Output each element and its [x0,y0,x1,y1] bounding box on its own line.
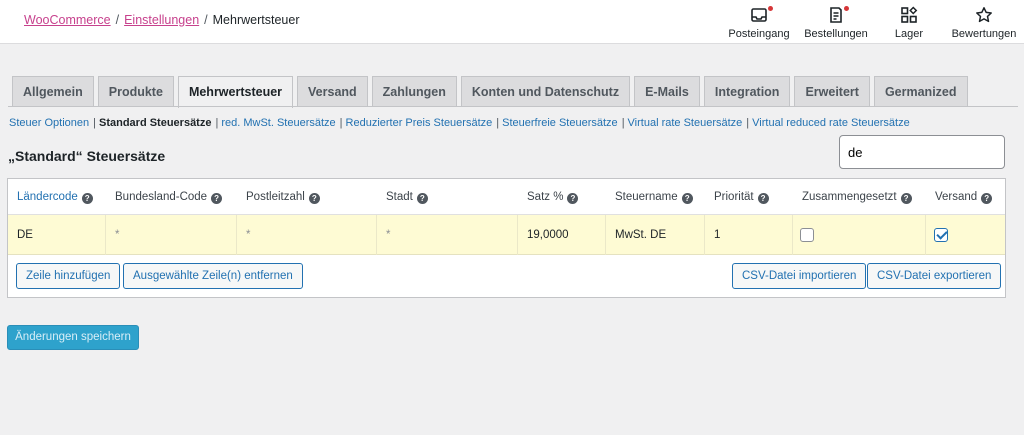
tab-integration[interactable]: Integration [703,76,791,107]
help-icon[interactable]: ? [308,193,320,204]
tab-konten-datenschutz[interactable]: Konten und Datenschutz [460,76,631,107]
import-csv-button[interactable]: CSV-Datei importieren [732,263,867,289]
tab-mehrwertsteuer[interactable]: Mehrwertsteuer [177,76,294,108]
top-header: WooCommerce / Einstellungen / Mehrwertsteuer… [0,0,1024,44]
compound-cell [793,215,926,255]
inbox-icon [727,4,791,26]
search-input[interactable] [839,135,1005,169]
help-icon[interactable]: ? [211,193,223,204]
header-rate: Satz %? [527,179,579,215]
help-icon[interactable]: ? [757,193,769,204]
breadcrumb-current: Mehrwertsteuer [212,13,300,27]
toolbar-reviews[interactable]: Bewertungen [949,4,1019,44]
shipping-checkbox[interactable] [934,228,948,242]
section-title: „Standard“ Steuersätze [8,148,166,164]
state-code-cell[interactable]: * [106,215,237,255]
breadcrumb-separator: / [115,13,120,27]
header-label: Stadt [386,191,413,203]
notification-dot [768,6,773,11]
tab-allgemein[interactable]: Allgemein [12,76,94,107]
save-changes-button[interactable]: Änderungen speichern [7,325,139,350]
subnav-reduced-price-rates[interactable]: Reduzierter Preis Steuersätze [346,117,493,129]
header-label: Postleitzahl [246,191,305,203]
toolbar-orders[interactable]: Bestellungen [802,4,870,44]
header-label: Priorität [714,191,754,203]
toolbar-label: Bestellungen [804,28,868,40]
toolbar-label: Lager [894,28,924,40]
tab-divider [8,106,1018,107]
compound-checkbox[interactable] [800,228,814,242]
orders-icon [802,4,870,26]
add-row-button[interactable]: Zeile hinzufügen [16,263,121,289]
rate-cell[interactable]: 19,0000 [518,215,606,255]
postcode-cell[interactable]: * [237,215,377,255]
subnav-separator: | [496,117,500,129]
header-compound: Zusammengesetzt? [802,179,912,215]
toolbar-inbox[interactable]: Posteingang [727,4,791,44]
toolbar-stock[interactable]: Lager [885,4,933,44]
header-label: Ländercode [17,191,78,203]
help-icon[interactable]: ? [416,193,428,204]
help-icon[interactable]: ? [981,193,993,204]
priority-cell[interactable]: 1 [705,215,793,255]
header-tax-name: Steuername? [615,179,693,215]
tab-emails[interactable]: E-Mails [634,76,700,107]
subnav-tax-exempt-rates[interactable]: Steuerfreie Steuersätze [502,117,618,129]
header-postcode: Postleitzahl? [246,179,320,215]
remove-rows-button[interactable]: Ausgewählte Zeile(n) entfernen [123,263,303,289]
tab-zahlungen[interactable]: Zahlungen [371,76,457,107]
table-row[interactable]: DE * * * 19,0000 MwSt. DE 1 [8,215,1005,255]
header-label: Steuername [615,191,678,203]
settings-tabs: Allgemein Produkte Mehrwertsteuer Versan… [12,76,972,108]
subnav-separator: | [215,117,219,129]
subnav-separator: | [93,117,96,129]
subnav-virtual-rates[interactable]: Virtual rate Steuersätze [628,117,743,129]
header-label: Satz % [527,191,564,203]
subnav-separator: | [746,117,750,129]
help-icon[interactable]: ? [81,193,93,204]
country-code-cell[interactable]: DE [8,215,106,255]
city-cell[interactable]: * [377,215,518,255]
subnav-virtual-reduced-rates[interactable]: Virtual reduced rate Steuersätze [752,117,910,129]
header-city: Stadt? [386,179,428,215]
header-country-code[interactable]: Ländercode? [17,179,93,215]
header-label: Zusammengesetzt [802,191,897,203]
subnav-tax-options[interactable]: Steuer Optionen [9,117,89,129]
tab-versand[interactable]: Versand [297,76,368,107]
toolbar-label: Bewertungen [951,28,1017,40]
tab-erweitert[interactable]: Erweitert [794,76,870,107]
subnav-separator: | [621,117,625,129]
subnav-standard-rates[interactable]: Standard Steuersätze [99,117,211,129]
shipping-cell [926,215,1007,255]
header-shipping: Versand? [935,179,993,215]
breadcrumb-settings-link[interactable]: Einstellungen [124,13,199,27]
breadcrumb: WooCommerce / Einstellungen / Mehrwertsteuer [24,13,299,27]
stock-icon [885,4,933,26]
header-priority: Priorität? [714,179,769,215]
tax-name-cell[interactable]: MwSt. DE [606,215,705,255]
notification-dot [844,6,849,11]
help-icon[interactable]: ? [567,193,579,204]
tab-produkte[interactable]: Produkte [97,76,174,107]
export-csv-button[interactable]: CSV-Datei exportieren [867,263,1002,289]
tax-rates-table: Ländercode? Bundesland-Code? Postleitzah… [7,178,1006,298]
help-icon[interactable]: ? [681,193,693,204]
header-label: Versand [935,191,978,203]
breadcrumb-separator: / [204,13,208,27]
table-header: Ländercode? Bundesland-Code? Postleitzah… [8,179,1005,215]
header-state-code: Bundesland-Code? [115,179,223,215]
star-icon [949,4,1019,26]
header-label: Bundesland-Code [115,191,208,203]
toolbar-label: Posteingang [728,28,790,40]
breadcrumb-woocommerce-link[interactable]: WooCommerce [24,13,111,27]
subnav-reduced-vat-rates[interactable]: red. MwSt. Steuersätze [221,117,335,129]
tab-germanized[interactable]: Germanized [873,76,968,107]
help-icon[interactable]: ? [900,193,912,204]
tax-subnav: Steuer Optionen | Standard Steuersätze | red… [9,117,910,129]
subnav-separator: | [339,117,343,129]
